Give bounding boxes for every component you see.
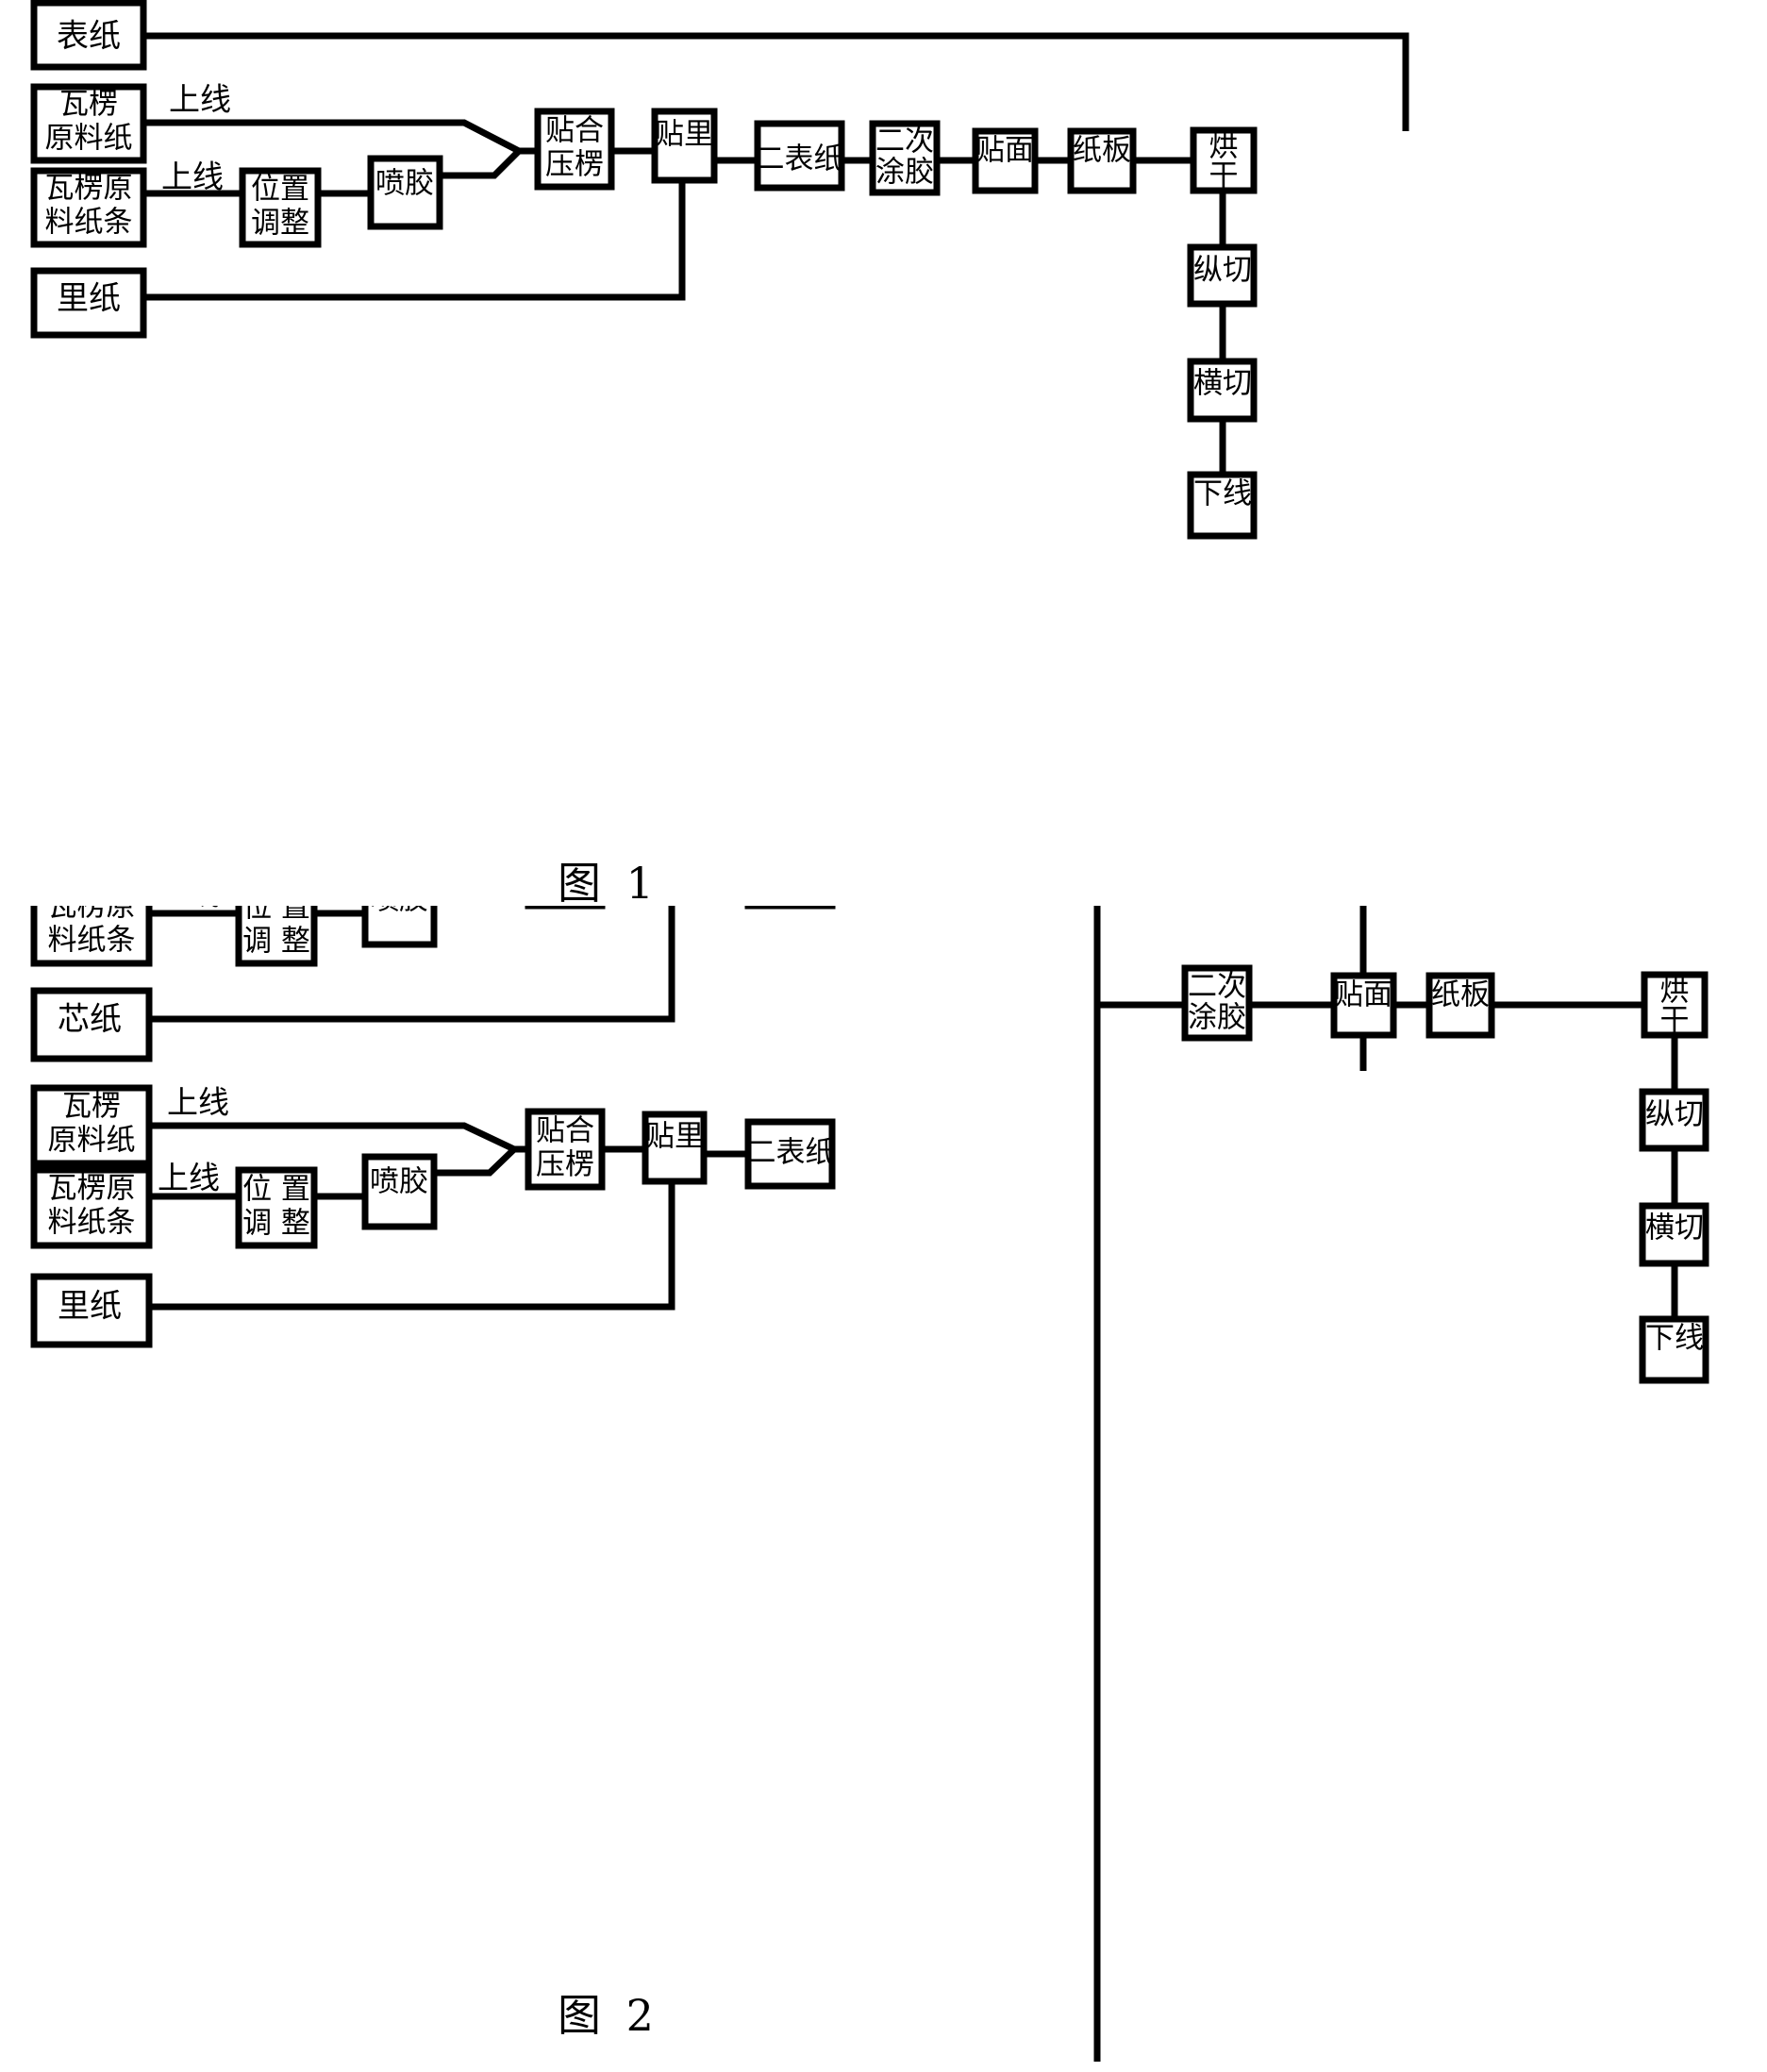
node-f2-lizhi-label: 里纸	[58, 1288, 122, 1326]
node-tiemian[interactable]: 贴面	[972, 127, 1039, 194]
figure-1-caption: 图 1	[558, 858, 659, 906]
edge-waleng-paper-to-merge	[143, 119, 521, 155]
node-biaozhi[interactable]: 表纸	[30, 0, 147, 71]
node-waleng-paper-label-line1: 瓦楞	[59, 88, 118, 122]
node-ercitujiao[interactable]: 二次 涂胶	[869, 120, 941, 196]
node-f2-waleng-b-line1: 瓦楞	[62, 1090, 121, 1124]
node-erbiaozhi[interactable]: 二表纸	[754, 120, 845, 192]
edge-label-f2-shangxian-2: 上线	[158, 906, 220, 912]
node-waleng-strip-label-line1: 瓦楞原	[45, 172, 133, 206]
node-f2-tieli[interactable]: 贴里	[642, 1111, 708, 1185]
node-f2-ercitujiao[interactable]: 二次 涂胶	[1181, 964, 1253, 1042]
node-f2-zongqie-label: 纵切	[1645, 1098, 1704, 1132]
node-f2-honggan-line2: 干	[1660, 1004, 1690, 1038]
node-weizhi-label-line2: 调整	[251, 207, 309, 241]
node-f2-weizhi-b-line2: 调 整	[242, 1207, 310, 1241]
node-f2-weizhi-a[interactable]: 位 置 调 整	[235, 906, 318, 967]
node-f2-strip-b-line2: 料纸条	[48, 1206, 136, 1240]
node-f2-tiemian-label: 贴面	[1334, 978, 1392, 1012]
node-f2-weizhi-b-line1: 位 置	[242, 1173, 310, 1207]
node-f2-xinzhi[interactable]: 芯纸	[30, 987, 153, 1062]
node-f2-penjiao-a[interactable]: 喷胶	[361, 906, 438, 948]
node-honggan-label-line2: 干	[1209, 159, 1239, 193]
node-ercitujiao-label-line2: 涂胶	[875, 156, 934, 190]
node-f2-zongqie[interactable]: 纵切	[1639, 1088, 1709, 1152]
node-f2-xinzhi-label: 芯纸	[58, 1001, 122, 1039]
node-f2-penjiao-a-label: 喷胶	[370, 906, 428, 917]
node-f2-zhiban-label: 纸板	[1431, 978, 1490, 1012]
node-f2-strip-b-line1: 瓦楞原	[48, 1172, 136, 1206]
node-f2-waleng-strip-a[interactable]: 瓦楞原 料纸条	[30, 906, 153, 967]
node-weizhi-label-line1: 位置	[251, 173, 309, 207]
node-f2-strip-a-line1: 瓦楞原	[48, 906, 136, 924]
node-zongqie[interactable]: 纵切	[1187, 243, 1258, 308]
node-zhiban-label: 纸板	[1073, 134, 1131, 168]
node-honggan[interactable]: 烘 干	[1190, 126, 1258, 194]
node-waleng-paper-label-line2: 原料纸	[45, 122, 133, 156]
node-f2-erbiaozhi-b-label: 二表纸	[747, 1136, 835, 1170]
edge-penjiao-to-merge	[440, 148, 522, 179]
node-xiaxian-label: 下线	[1193, 477, 1252, 511]
edge-f2-biaozhi-to-tiemian	[1359, 906, 1367, 1071]
node-penjiao[interactable]: 喷胶	[367, 155, 443, 230]
node-hengqie-label: 横切	[1193, 367, 1252, 401]
node-f2-tieli-label: 贴里	[645, 1120, 704, 1154]
node-f2-ercitujiao-line1: 二次	[1188, 970, 1246, 1004]
node-tiehe-label-line2: 压楞	[545, 148, 604, 182]
node-f2-penjiao-b[interactable]: 喷胶	[361, 1153, 438, 1230]
node-xiaxian[interactable]: 下线	[1187, 471, 1258, 540]
node-f2-waleng-strip-b[interactable]: 瓦楞原 料纸条	[30, 1166, 153, 1249]
node-biaozhi-label: 表纸	[57, 18, 121, 56]
node-tiehe-yaleng[interactable]: 贴合 压楞	[534, 108, 615, 191]
node-tieli-label: 贴里	[655, 118, 713, 152]
node-erbiaozhi-label: 二表纸	[756, 142, 843, 176]
node-waleng-paper[interactable]: 瓦楞 原料纸	[30, 83, 147, 164]
node-ercitujiao-label-line1: 二次	[875, 125, 934, 159]
figure-2-flowchart: 表纸 瓦楞 原料纸 瓦楞原 料纸条 芯纸 瓦楞 原料纸 瓦楞原 料纸条	[30, 906, 1709, 2062]
patent-drawing-sheet: 表纸 瓦楞 原料纸 瓦楞原 料纸条 里纸 位置 调整 喷胶 贴合 压楞 贴里 二…	[0, 0, 1767, 2072]
node-weizhi-tiaozheng[interactable]: 位置 调整	[239, 167, 322, 248]
node-f2-tiehe-b-line2: 压楞	[536, 1148, 594, 1182]
node-waleng-strip[interactable]: 瓦楞原 料纸条	[30, 167, 147, 248]
node-zongqie-label: 纵切	[1193, 254, 1252, 288]
node-f2-strip-a-line2: 料纸条	[48, 924, 136, 958]
node-f2-ercitujiao-line2: 涂胶	[1188, 1001, 1246, 1035]
node-f2-tiehe-b[interactable]: 贴合 压楞	[525, 1108, 606, 1191]
node-f2-hengqie-label: 横切	[1645, 1211, 1704, 1245]
node-f2-waleng-b-line2: 原料纸	[48, 1124, 136, 1158]
node-f2-erbiaozhi-b[interactable]: 二表纸	[744, 1118, 836, 1190]
node-lizhi[interactable]: 里纸	[30, 267, 147, 339]
node-f2-lizhi[interactable]: 里纸	[30, 1273, 153, 1348]
node-f2-tiemian[interactable]: 贴面	[1330, 972, 1397, 1039]
node-f2-waleng-paper-b[interactable]: 瓦楞 原料纸	[30, 1084, 153, 1167]
edge-f2-penjiao-b-to-merge	[434, 1146, 517, 1177]
edge-label-shangxian-2: 上线	[161, 159, 224, 195]
edge-label-f2-shangxian-4: 上线	[158, 1160, 220, 1196]
node-f2-honggan[interactable]: 烘 干	[1641, 971, 1709, 1039]
node-f2-weizhi-a-line1: 位 置	[242, 906, 310, 925]
edge-label-shangxian-1: 上线	[169, 81, 231, 118]
node-f2-weizhi-a-line2: 调 整	[242, 925, 310, 959]
figure-2-caption: 图 2	[558, 1990, 659, 2041]
node-f2-weizhi-b[interactable]: 位 置 调 整	[235, 1166, 318, 1249]
node-f2-xiaxian-label: 下线	[1645, 1322, 1704, 1356]
edge-f2-waleng-b-to-merge	[143, 1122, 516, 1153]
node-tiemian-label: 贴面	[975, 134, 1034, 168]
node-lizhi-label: 里纸	[57, 280, 121, 318]
node-f2-hengqie[interactable]: 横切	[1639, 1202, 1709, 1267]
node-tiehe-label-line1: 贴合	[545, 114, 604, 148]
node-f2-penjiao-b-label: 喷胶	[370, 1165, 428, 1199]
node-hengqie[interactable]: 横切	[1187, 358, 1258, 423]
edge-biaozhi-to-tiemian	[143, 32, 1409, 131]
node-f2-tiehe-b-line1: 贴合	[536, 1114, 594, 1148]
node-zhiban[interactable]: 纸板	[1067, 127, 1137, 194]
node-penjiao-label: 喷胶	[375, 167, 434, 201]
node-tieli[interactable]: 贴里	[651, 108, 718, 184]
node-f2-xiaxian[interactable]: 下线	[1639, 1315, 1709, 1384]
edge-label-f2-shangxian-3: 上线	[167, 1084, 229, 1121]
node-waleng-strip-label-line2: 料纸条	[45, 206, 133, 240]
figure-1-flowchart: 表纸 瓦楞 原料纸 瓦楞原 料纸条 里纸 位置 调整 喷胶 贴合 压楞 贴里 二…	[30, 0, 1409, 906]
node-f2-zhiban[interactable]: 纸板	[1425, 972, 1495, 1039]
